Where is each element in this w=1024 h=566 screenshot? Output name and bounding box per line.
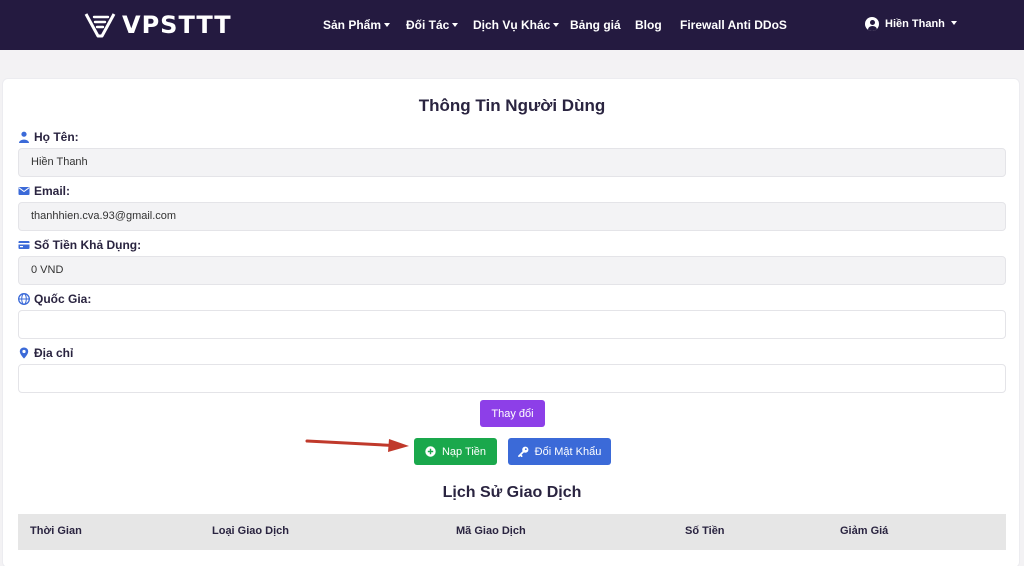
user-menu[interactable]: Hiền Thanh — [865, 17, 957, 31]
nav-item-label: Đối Tác — [406, 18, 450, 32]
balance-label-text: Số Tiền Khả Dụng: — [34, 238, 142, 252]
nav-item-pricing[interactable]: Bảng giá — [570, 18, 621, 32]
history-title: Lịch Sử Giao Dịch — [442, 484, 582, 501]
email-label: Email: — [18, 184, 70, 198]
money-icon — [18, 241, 30, 249]
address-label: Địa chỉ — [18, 346, 73, 360]
column-header-type: Loại Giao Dịch — [212, 525, 290, 537]
nav-item-label: Firewall Anti DDoS — [680, 18, 787, 32]
annotation-arrow-icon — [305, 439, 409, 452]
brand-logo-icon — [84, 13, 116, 38]
country-label: Quốc Gia: — [18, 292, 91, 306]
globe-icon — [18, 293, 30, 305]
change-button[interactable]: Thay đổi — [480, 400, 545, 427]
address-input[interactable] — [18, 364, 1006, 393]
nav-item-label: Dịch Vụ Khác — [473, 18, 551, 32]
profile-title: Thông Tin Người Dùng — [418, 96, 606, 115]
email-label-text: Email: — [34, 184, 71, 198]
balance-field: 0 VND — [18, 256, 1006, 285]
change-password-label: Đổi Mật Khẩu — [534, 445, 602, 458]
change-password-button[interactable]: Đổi Mật Khẩu — [508, 438, 611, 465]
chevron-down-icon — [950, 21, 957, 25]
user-icon — [19, 131, 29, 143]
nav-item-partners[interactable]: Đối Tác — [406, 18, 459, 32]
country-label-text: Quốc Gia: — [34, 292, 92, 306]
chevron-down-icon — [553, 22, 560, 27]
nav-item-label: Blog — [635, 18, 662, 32]
nav-item-firewall[interactable]: Firewall Anti DDoS — [680, 18, 787, 32]
email-field: thanhhien.cva.93@gmail.com — [18, 202, 1006, 231]
name-label: Họ Tên: — [18, 130, 79, 144]
plus-circle-icon — [425, 446, 436, 457]
name-field: Hiền Thanh — [18, 148, 1006, 177]
nav-item-label: Sản Phẩm — [323, 18, 382, 32]
user-name: Hiền Thanh — [885, 18, 945, 30]
map-pin-icon — [19, 347, 29, 359]
name-label-text: Họ Tên: — [34, 130, 79, 144]
chevron-down-icon — [384, 22, 391, 27]
balance-label: Số Tiền Khả Dụng: — [18, 238, 141, 252]
topup-button[interactable]: Nạp Tiền — [414, 438, 497, 465]
column-header-time: Thời Gian — [30, 525, 82, 537]
change-button-label: Thay đổi — [491, 407, 534, 420]
envelope-icon — [18, 187, 30, 195]
key-icon — [517, 446, 529, 457]
country-input[interactable] — [18, 310, 1006, 339]
address-label-text: Địa chỉ — [34, 346, 74, 360]
user-avatar-icon — [865, 17, 879, 31]
column-header-amount: Số Tiền — [685, 525, 725, 537]
topup-button-label: Nạp Tiền — [441, 445, 487, 458]
chevron-down-icon — [452, 22, 459, 27]
brand-logo[interactable]: VPSTTT — [84, 11, 232, 39]
brand-name: VPSTTT — [122, 11, 232, 39]
nav-item-products[interactable]: Sản Phẩm — [323, 18, 391, 32]
column-header-discount: Giảm Giá — [840, 525, 889, 537]
column-header-code: Mã Giao Dịch — [456, 525, 526, 537]
nav-item-blog[interactable]: Blog — [635, 18, 662, 32]
nav-item-other-services[interactable]: Dịch Vụ Khác — [473, 18, 560, 32]
nav-item-label: Bảng giá — [570, 18, 621, 32]
top-navbar: VPSTTT Sản Phẩm Đối Tác Dịch Vụ Khác Bản… — [0, 0, 1024, 50]
